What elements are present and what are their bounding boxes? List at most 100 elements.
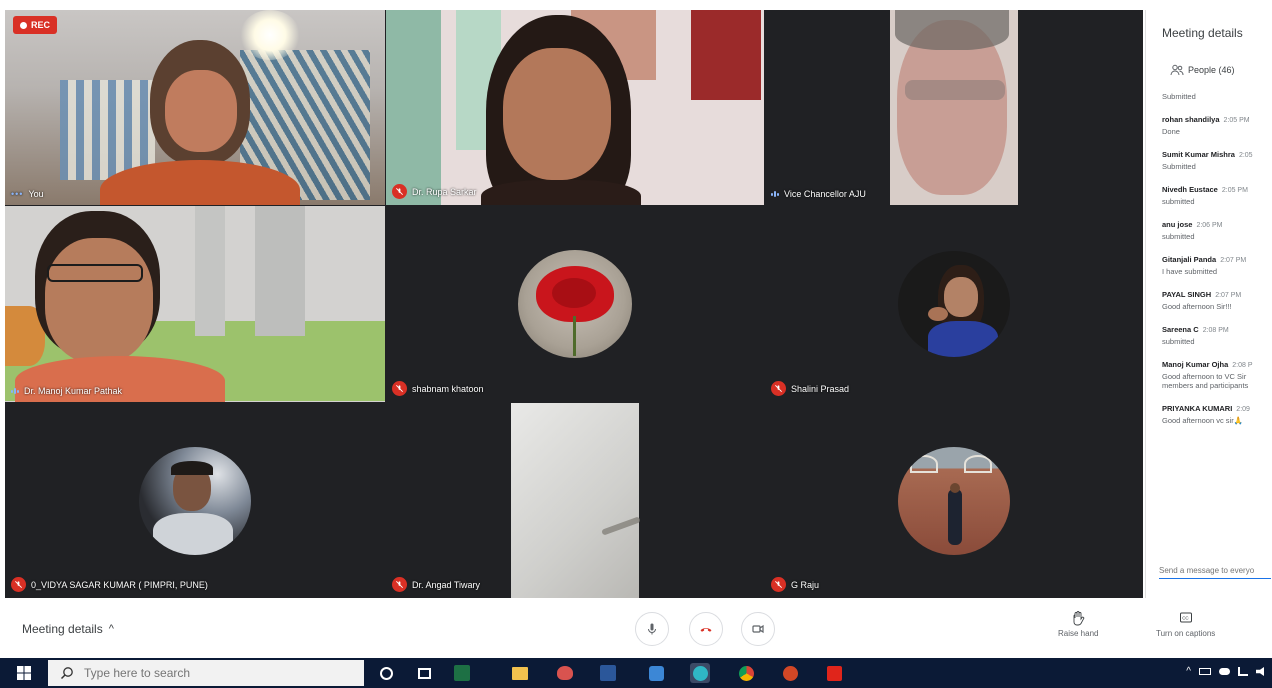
chat-message: Manoj Kumar Ojha 2:08 P Good afternoon to… bbox=[1162, 360, 1272, 390]
people-tab[interactable]: People (46) bbox=[1170, 64, 1235, 76]
captions-label: Turn on captions bbox=[1156, 629, 1216, 638]
recording-badge: REC bbox=[13, 16, 58, 34]
chat-message-text: Done bbox=[1162, 127, 1180, 136]
chat-message: Nivedh Eustace 2:05 PM submitted bbox=[1162, 185, 1272, 206]
chat-message: Sareena C 2:08 PM submitted bbox=[1162, 325, 1272, 346]
record-dot-icon bbox=[20, 21, 27, 29]
tile-name-shalini-prasad: Shalini Prasad bbox=[771, 381, 849, 396]
mic-off-icon bbox=[392, 577, 407, 592]
raise-hand-button[interactable]: Raise hand bbox=[1058, 610, 1098, 638]
chat-message: anu jose 2:06 PM submitted bbox=[1162, 220, 1272, 241]
paint-icon[interactable] bbox=[555, 663, 575, 683]
participant-name: 0_VIDYA SAGAR KUMAR ( PIMPRI, PUNE) bbox=[31, 579, 208, 590]
participant-name: Dr. Rupa Sarkar bbox=[412, 186, 477, 197]
chat-message: Sumit Kumar Mishra 2:05 Submitted bbox=[1162, 150, 1272, 171]
store-icon[interactable] bbox=[646, 663, 666, 683]
chrome-icon[interactable] bbox=[736, 663, 756, 683]
file-explorer-icon[interactable] bbox=[510, 663, 530, 683]
participant-name: You bbox=[28, 189, 44, 199]
video-tile-rupa-sarkar[interactable]: Dr. Rupa Sarkar bbox=[386, 10, 764, 205]
acrobat-icon[interactable] bbox=[824, 663, 844, 683]
video-tile-vidya-sagar-kumar[interactable]: 0_VIDYA SAGAR KUMAR ( PIMPRI, PUNE) bbox=[5, 403, 385, 598]
mic-off-icon bbox=[771, 381, 786, 396]
video-tile-shalini-prasad[interactable]: Shalini Prasad bbox=[765, 206, 1143, 402]
windows-logo-icon bbox=[17, 666, 31, 680]
closed-captions-icon: CC bbox=[1179, 612, 1192, 623]
participant-name: Dr. Manoj Kumar Pathak bbox=[24, 386, 123, 396]
speaking-indicator-icon bbox=[771, 191, 779, 197]
meeting-details-button[interactable]: Meeting details ^ bbox=[22, 622, 114, 636]
tile-name-g-raju: G Raju bbox=[771, 577, 819, 592]
captions-button[interactable]: CC Turn on captions bbox=[1156, 610, 1215, 638]
video-tile-you[interactable]: ••• You bbox=[5, 10, 385, 205]
taskbar-search[interactable] bbox=[48, 660, 364, 686]
mic-off-icon bbox=[392, 184, 407, 199]
task-view-icon[interactable] bbox=[414, 663, 434, 683]
chat-sender: PRIYANKA KUMARI 2:09 bbox=[1162, 404, 1250, 413]
chat-message-text: Good afternoon to VC Sir members and par… bbox=[1162, 372, 1249, 390]
mic-off-icon bbox=[392, 381, 407, 396]
microphone-icon bbox=[648, 623, 656, 635]
video-grid: REC ••• You Dr. Rupa Sarkar Vice Chancel… bbox=[5, 10, 1143, 598]
chat-message-text: Submitted bbox=[1162, 92, 1196, 101]
start-button[interactable] bbox=[0, 658, 48, 688]
tile-name-vice-chancellor: Vice Chancellor AJU bbox=[771, 189, 866, 199]
hang-up-icon bbox=[700, 627, 712, 632]
system-tray: ^ bbox=[1186, 666, 1266, 677]
search-icon bbox=[60, 667, 73, 680]
network-icon[interactable] bbox=[1238, 667, 1248, 676]
chat-sender: Nivedh Eustace 2:05 PM bbox=[1162, 185, 1248, 194]
leave-call-button[interactable] bbox=[689, 612, 723, 646]
meeting-details-panel: Meeting details People (46) Submitted ro… bbox=[1145, 10, 1272, 598]
chat-message: PRIYANKA KUMARI 2:09 Good afternoon vc si… bbox=[1162, 404, 1272, 425]
video-tile-g-raju[interactable]: G Raju bbox=[765, 403, 1143, 598]
chat-input[interactable] bbox=[1159, 566, 1271, 579]
chevron-up-icon[interactable]: ^ bbox=[1186, 666, 1191, 677]
participant-name: Dr. Angad Tiwary bbox=[412, 579, 481, 590]
search-input[interactable] bbox=[84, 666, 344, 680]
video-tile-shabnam-khatoon[interactable]: shabnam khatoon bbox=[386, 206, 764, 402]
chat-message-text: submitted bbox=[1162, 197, 1195, 206]
mic-off-icon bbox=[11, 577, 26, 592]
chat-message-text: I have submitted bbox=[1162, 267, 1218, 276]
volume-icon[interactable] bbox=[1256, 667, 1264, 676]
participant-name: G Raju bbox=[791, 579, 820, 590]
mic-off-icon bbox=[771, 577, 786, 592]
avatar bbox=[139, 447, 251, 555]
raise-hand-label: Raise hand bbox=[1058, 629, 1099, 638]
tile-name-you: ••• You bbox=[11, 189, 44, 199]
speaking-indicator-icon bbox=[11, 388, 19, 394]
chat-message-text: Good afternoon Sir!!! bbox=[1162, 302, 1232, 311]
word-icon[interactable] bbox=[598, 663, 618, 683]
more-options-icon[interactable]: ••• bbox=[11, 189, 23, 199]
chat-message: PAYAL SINGH 2:07 PM Good afternoon Sir!!! bbox=[1162, 290, 1272, 311]
panel-title: Meeting details bbox=[1162, 26, 1243, 40]
edge-icon[interactable] bbox=[690, 663, 710, 683]
participant-name: shabnam khatoon bbox=[412, 383, 484, 394]
battery-icon[interactable] bbox=[1199, 668, 1211, 675]
excel-icon[interactable] bbox=[452, 663, 472, 683]
chat-message: Gitanjali Panda 2:07 PM I have submitted bbox=[1162, 255, 1272, 276]
chat-message-text: Good afternoon vc sir🙏 bbox=[1162, 416, 1244, 425]
chat-message-text: submitted bbox=[1162, 232, 1195, 241]
tile-name-vidya-sagar-kumar: 0_VIDYA SAGAR KUMAR ( PIMPRI, PUNE) bbox=[11, 577, 208, 592]
people-count: People (46) bbox=[1188, 65, 1235, 75]
chevron-up-icon: ^ bbox=[108, 623, 114, 635]
tile-name-rupa-sarkar: Dr. Rupa Sarkar bbox=[392, 184, 477, 199]
tile-name-angad-tiwary: Dr. Angad Tiwary bbox=[392, 577, 480, 592]
chat-sender: Gitanjali Panda 2:07 PM bbox=[1162, 255, 1247, 264]
recording-label: REC bbox=[31, 20, 51, 30]
svg-text:CC: CC bbox=[1182, 616, 1189, 621]
video-tile-vice-chancellor[interactable]: Vice Chancellor AJU bbox=[765, 10, 1143, 205]
video-tile-manoj-pathak[interactable]: Dr. Manoj Kumar Pathak bbox=[5, 206, 385, 402]
powerpoint-icon[interactable] bbox=[780, 663, 800, 683]
video-tile-angad-tiwary[interactable]: Dr. Angad Tiwary bbox=[386, 403, 764, 598]
microphone-button[interactable] bbox=[635, 612, 669, 646]
chat-sender: anu jose 2:06 PM bbox=[1162, 220, 1223, 229]
meeting-controls-bar: Meeting details ^ Raise hand CC Turn on … bbox=[0, 598, 1272, 658]
camera-button[interactable] bbox=[741, 612, 775, 646]
cloud-icon[interactable] bbox=[1219, 668, 1230, 675]
cortana-icon[interactable] bbox=[376, 663, 396, 683]
chat-sender: Sareena C 2:08 PM bbox=[1162, 325, 1229, 334]
chat-sender: Sumit Kumar Mishra 2:05 bbox=[1162, 150, 1253, 159]
